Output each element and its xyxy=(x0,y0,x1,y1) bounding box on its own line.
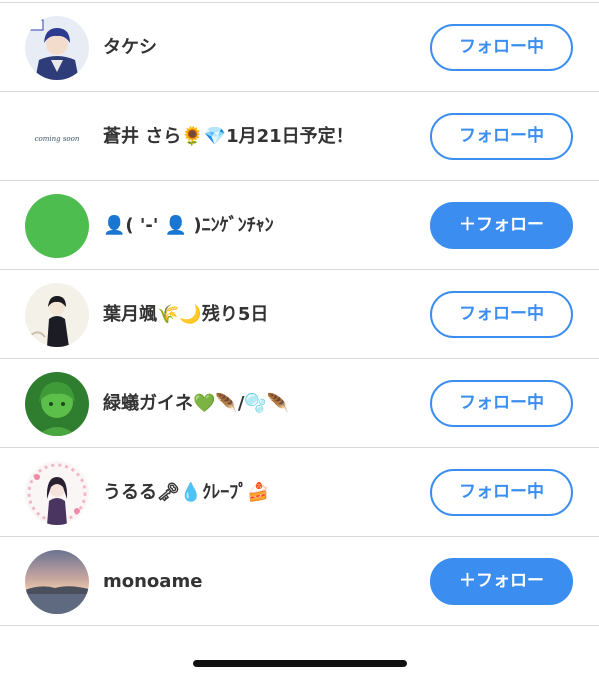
list-item[interactable]: 緑蟻ガイネ💚🪶/🫧🪶 フォロー中 xyxy=(0,359,599,448)
following-button[interactable]: フォロー中 xyxy=(430,113,573,160)
follow-button[interactable]: ＋フォロー xyxy=(430,558,573,605)
coming-soon-text: coming soon xyxy=(35,135,80,143)
avatar[interactable]: coming soon xyxy=(25,105,89,169)
following-button[interactable]: フォロー中 xyxy=(430,291,573,338)
list-item[interactable]: 👤( '-' 👤 )ﾆﾝｹﾞﾝﾁｬﾝ ＋フォロー xyxy=(0,181,599,270)
list-item[interactable]: うるる🗝💧ｸﾚｰﾌﾟ🍰 フォロー中 xyxy=(0,448,599,537)
avatar[interactable] xyxy=(25,550,89,614)
avatar[interactable] xyxy=(25,16,89,80)
following-button[interactable]: フォロー中 xyxy=(430,469,573,516)
avatar[interactable] xyxy=(25,194,89,258)
avatar[interactable] xyxy=(25,283,89,347)
avatar[interactable] xyxy=(25,372,89,436)
divider xyxy=(0,625,599,626)
user-name[interactable]: タケシ xyxy=(103,3,157,92)
following-button[interactable]: フォロー中 xyxy=(430,24,573,71)
list-item[interactable]: 葉月颯🌾🌙残り5日 フォロー中 xyxy=(0,270,599,359)
user-name[interactable]: 緑蟻ガイネ💚🪶/🫧🪶 xyxy=(103,359,289,448)
list-item[interactable]: coming soon 蒼井 さら🌻💎1月21日予定！ フォロー中 xyxy=(0,92,599,181)
user-name[interactable]: 蒼井 さら🌻💎1月21日予定！ xyxy=(103,92,354,181)
user-name[interactable]: 👤( '-' 👤 )ﾆﾝｹﾞﾝﾁｬﾝ xyxy=(103,181,274,270)
avatar[interactable] xyxy=(25,461,89,525)
list-item[interactable]: タケシ フォロー中 xyxy=(0,3,599,92)
user-name[interactable]: monoame xyxy=(103,537,202,626)
follow-button[interactable]: ＋フォロー xyxy=(430,202,573,249)
list-item[interactable]: monoame ＋フォロー xyxy=(0,537,599,626)
home-indicator[interactable] xyxy=(193,660,407,667)
user-name[interactable]: 葉月颯🌾🌙残り5日 xyxy=(103,270,268,359)
following-button[interactable]: フォロー中 xyxy=(430,380,573,427)
user-name[interactable]: うるる🗝💧ｸﾚｰﾌﾟ🍰 xyxy=(103,448,270,537)
